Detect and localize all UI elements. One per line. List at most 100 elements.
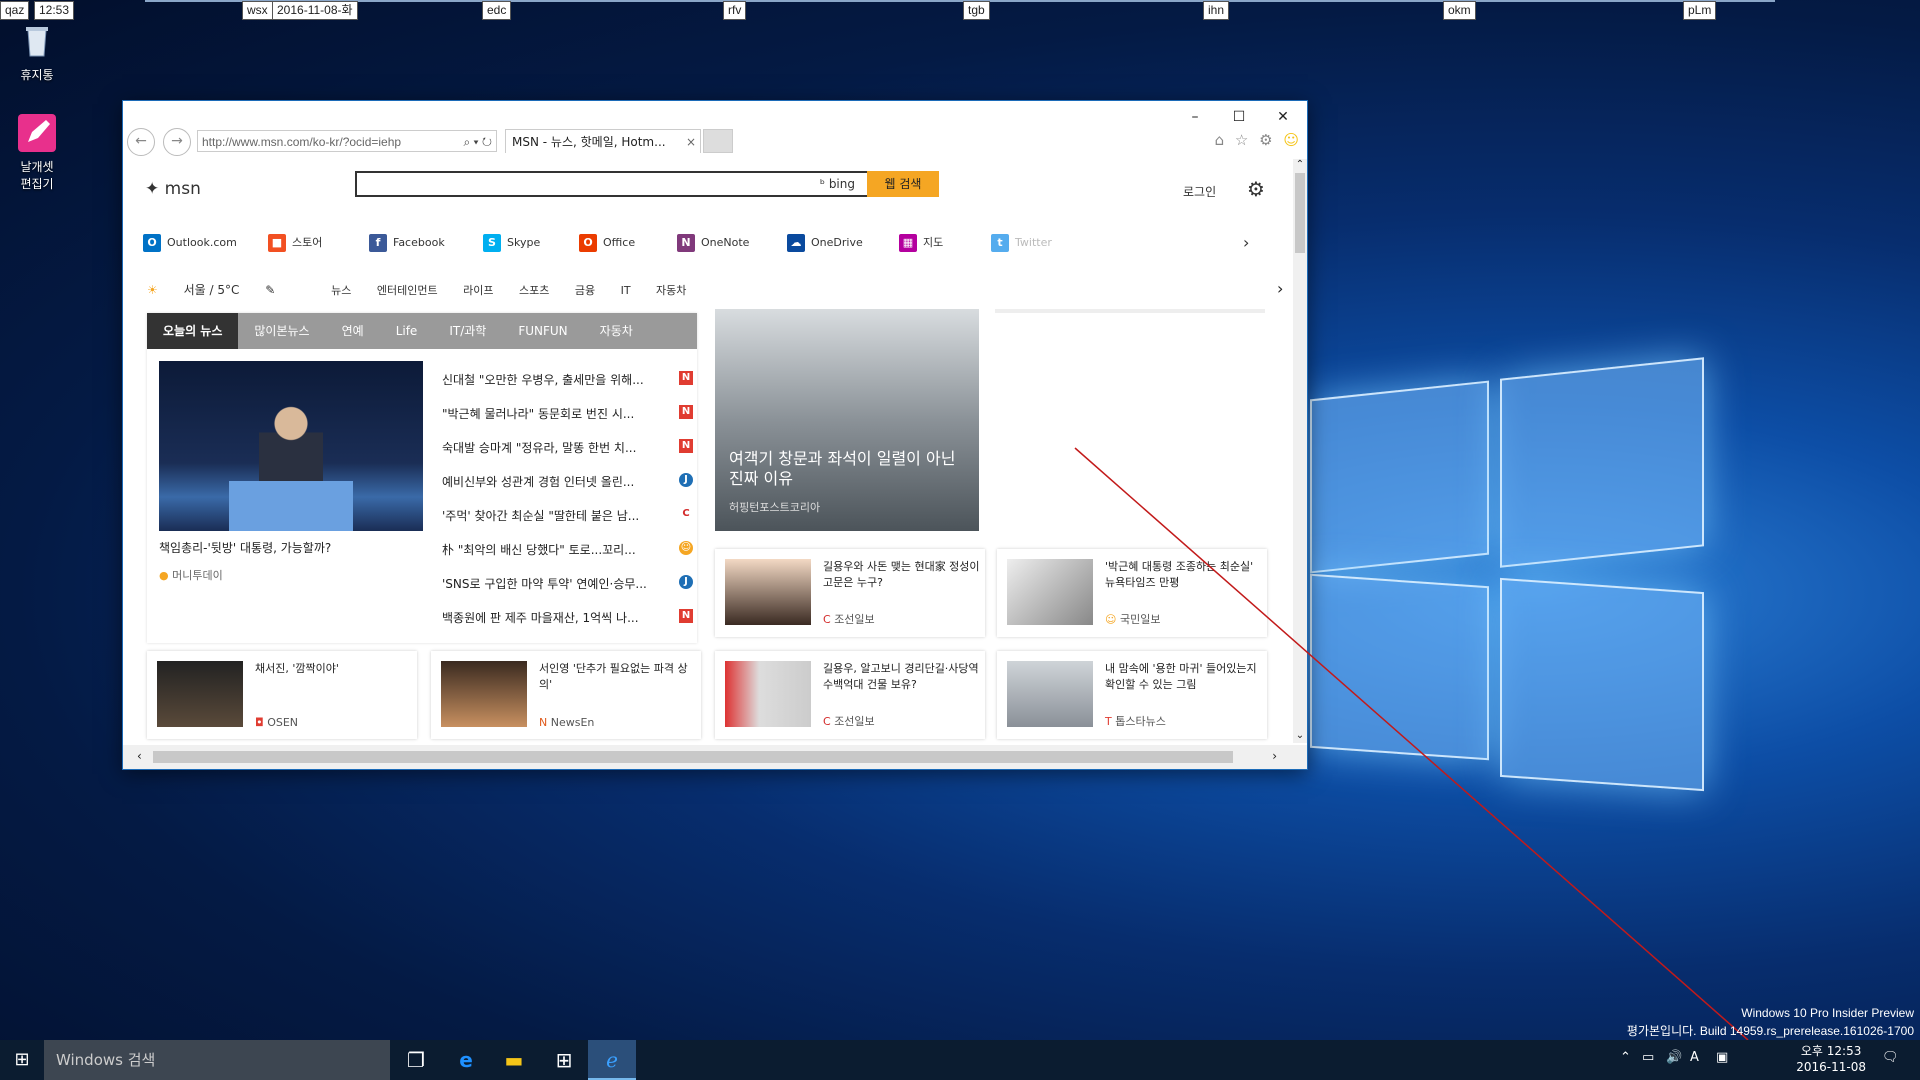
start-button[interactable]: ⊞ bbox=[0, 1040, 44, 1080]
tab-close-icon[interactable]: × bbox=[686, 130, 696, 153]
web-search-button[interactable]: 웹 검색 bbox=[867, 171, 939, 197]
news-card[interactable]: 내 맘속에 '용한 마귀' 들어있는지 확인할 수 있는 그림 T 톱스타뉴스 bbox=[997, 651, 1267, 739]
task-view-button[interactable]: ❐ bbox=[392, 1040, 440, 1080]
horizontal-scrollbar[interactable]: ‹ › bbox=[123, 745, 1307, 769]
forward-button[interactable]: → bbox=[163, 128, 191, 156]
tab-life[interactable]: Life bbox=[380, 313, 434, 349]
nav-finance[interactable]: 금융 bbox=[575, 284, 595, 297]
tab-funfun[interactable]: FUNFUN bbox=[502, 313, 583, 349]
scroll-up-icon[interactable]: ⌃ bbox=[1293, 159, 1307, 170]
horizontal-scroll-thumb[interactable] bbox=[153, 751, 1233, 763]
taskbar-clock[interactable]: 오후 12:53 2016-11-08 bbox=[1796, 1043, 1866, 1075]
scroll-down-icon[interactable]: ⌄ bbox=[1293, 730, 1307, 741]
weather[interactable]: ☀ 서울 / 5°C ✎ bbox=[147, 283, 301, 297]
main-news-image[interactable] bbox=[159, 361, 423, 531]
nav-life[interactable]: 라이프 bbox=[463, 284, 493, 297]
login-link[interactable]: 로그인 bbox=[1183, 183, 1216, 200]
back-button[interactable]: ← bbox=[127, 128, 155, 156]
headline-item[interactable]: 백종원에 판 제주 마을재산, 1억씩 나... bbox=[442, 609, 682, 626]
search-refresh-icon[interactable]: ⌕ ▾ ↻ bbox=[463, 131, 492, 153]
tab-most-viewed[interactable]: 많이본뉴스 bbox=[238, 313, 325, 349]
new-tab-button[interactable] bbox=[703, 129, 733, 153]
headline-item[interactable]: '주먹' 찾아간 최순실 "딸한테 붙은 남... bbox=[442, 507, 682, 524]
app-office[interactable]: O Office bbox=[579, 231, 635, 255]
address-bar[interactable]: http://www.msn.com/ko-kr/?ocid=iehp ⌕ ▾ … bbox=[197, 130, 497, 152]
headline-item[interactable]: 朴 "최악의 배신 당했다" 토로...꼬리... bbox=[442, 541, 682, 558]
tab-today-news[interactable]: 오늘의 뉴스 bbox=[147, 313, 239, 349]
vertical-scrollbar[interactable]: ⌃ ⌄ bbox=[1293, 159, 1307, 743]
headline-item[interactable]: 예비신부와 성관계 경험 인터넷 올린... bbox=[442, 473, 682, 490]
tray-chevron-up-icon[interactable]: ⌃ bbox=[1620, 1050, 1631, 1065]
maximize-button[interactable]: ☐ bbox=[1217, 105, 1261, 129]
app-skype[interactable]: S Skype bbox=[483, 231, 540, 255]
app-maps[interactable]: ▦ 지도 bbox=[899, 231, 943, 255]
feature-story-card[interactable]: 여객기 창문과 좌석이 일렬이 아닌 진짜 이유 허핑턴포스트코리아 bbox=[715, 309, 979, 531]
taskbar-search[interactable]: Windows 검색 bbox=[44, 1040, 390, 1080]
source-name: NewsEn bbox=[550, 716, 595, 729]
nav-next-chevron-icon[interactable]: › bbox=[1277, 279, 1283, 298]
recycle-bin-label: 휴지통 bbox=[20, 68, 54, 82]
news-card[interactable]: 채서진, '깜짝이야' ◘ OSEN bbox=[147, 651, 417, 739]
msn-butterfly-icon: ✦ bbox=[145, 179, 160, 199]
news-card[interactable]: 길용우, 알고보니 경리단길·사당역 수백억대 건물 보유? C 조선일보 bbox=[715, 651, 985, 739]
news-card[interactable]: 서인영 '단추가 필요없는 파격 상의' N NewsEn bbox=[431, 651, 701, 739]
build-watermark: Windows 10 Pro Insider Preview 평가본입니다. B… bbox=[1627, 1004, 1914, 1040]
home-icon[interactable]: ⌂ bbox=[1215, 131, 1225, 149]
edit-pencil-icon[interactable]: ✎ bbox=[265, 283, 275, 297]
recycle-bin-desktop-icon[interactable]: 휴지통 bbox=[2, 20, 72, 83]
headline-item[interactable]: 숙대발 승마계 "정유라, 말똥 한번 치... bbox=[442, 439, 682, 456]
tab-it-science[interactable]: IT/과학 bbox=[433, 313, 502, 349]
scroll-right-icon[interactable]: › bbox=[1272, 749, 1277, 763]
msn-settings-gear-icon[interactable]: ⚙ bbox=[1247, 177, 1265, 201]
store-icon: ■ bbox=[268, 234, 286, 252]
internet-explorer-button[interactable]: ℯ bbox=[588, 1040, 636, 1080]
tab-celebrity[interactable]: 연예 bbox=[326, 313, 380, 349]
news-card[interactable]: 길용우와 사돈 맺는 현대家 정성이 고문은 누구? C 조선일보 bbox=[715, 549, 985, 637]
windows-start-icon: ⊞ bbox=[14, 1049, 30, 1070]
close-button[interactable]: ✕ bbox=[1261, 105, 1305, 129]
main-news-caption[interactable]: 책임총리-'뒷방' 대통령, 가능할까? bbox=[159, 539, 331, 556]
news-card[interactable]: '박근혜 대통령 조종하는 최순실' 뉴욕타임즈 만평 ☺ 국민일보 bbox=[997, 549, 1267, 637]
app-facebook[interactable]: f Facebook bbox=[369, 231, 445, 255]
app-outlook[interactable]: O Outlook.com bbox=[143, 231, 237, 255]
nalgaeset-desktop-icon[interactable]: 날개셋 편집기 bbox=[2, 112, 72, 192]
nav-auto[interactable]: 자동차 bbox=[656, 284, 686, 297]
msn-search-box[interactable]: ᵇ bing 웹 검색 bbox=[355, 171, 939, 197]
msn-logo-text: msn bbox=[164, 179, 201, 199]
headline-item[interactable]: 신대철 "오만한 우병우, 출세만을 위해... bbox=[442, 371, 682, 388]
nav-entertainment[interactable]: 엔터테인먼트 bbox=[377, 284, 438, 297]
smiley-feedback-icon[interactable]: ☺ bbox=[1283, 131, 1299, 149]
app-twitter[interactable]: t Twitter bbox=[991, 231, 1052, 255]
scroll-left-icon[interactable]: ‹ bbox=[137, 749, 142, 763]
msn-logo[interactable]: ✦ msn bbox=[145, 179, 201, 199]
source-name: 톱스타뉴스 bbox=[1115, 715, 1166, 728]
app-onenote[interactable]: N OneNote bbox=[677, 231, 749, 255]
ime-tray-icon[interactable]: ▣ bbox=[1716, 1050, 1728, 1065]
headline-item[interactable]: "박근혜 물러나라" 동문회로 번진 시... bbox=[442, 405, 682, 422]
vertical-scroll-thumb[interactable] bbox=[1295, 173, 1305, 253]
headline-item[interactable]: 'SNS로 구입한 마약 투약' 연예인·승무... bbox=[442, 575, 682, 592]
nav-sports[interactable]: 스포츠 bbox=[519, 284, 549, 297]
settings-gear-icon[interactable]: ⚙ bbox=[1259, 131, 1272, 149]
app-store[interactable]: ■ 스토어 bbox=[268, 231, 322, 255]
input-method-icon[interactable]: A bbox=[1690, 1050, 1699, 1065]
news-source-icon: ☺ bbox=[679, 541, 693, 555]
action-center-icon[interactable]: 🗨 bbox=[1882, 1050, 1899, 1065]
nav-news[interactable]: 뉴스 bbox=[331, 284, 351, 297]
app-label: Office bbox=[603, 236, 636, 249]
browser-tab-msn[interactable]: MSN - 뉴스, 핫메일, Hotm... × bbox=[505, 129, 701, 153]
apps-next-chevron-icon[interactable]: › bbox=[1243, 231, 1249, 255]
file-explorer-button[interactable]: ▬ bbox=[490, 1040, 538, 1080]
minimize-button[interactable]: – bbox=[1173, 105, 1217, 129]
search-input[interactable] bbox=[363, 173, 807, 195]
feature-source: 허핑턴포스트코리아 bbox=[729, 501, 821, 514]
network-icon[interactable]: ▭ bbox=[1642, 1050, 1654, 1065]
tab-auto[interactable]: 자동차 bbox=[584, 313, 649, 349]
volume-icon[interactable]: 🔊 bbox=[1666, 1050, 1682, 1065]
app-onedrive[interactable]: ☁ OneDrive bbox=[787, 231, 863, 255]
favorites-star-icon[interactable]: ☆ bbox=[1235, 131, 1248, 149]
nav-it[interactable]: IT bbox=[621, 284, 631, 297]
card-source: T 톱스타뉴스 bbox=[1105, 713, 1166, 729]
store-button[interactable]: ⊞ bbox=[540, 1040, 588, 1080]
edge-button[interactable]: e bbox=[442, 1040, 490, 1080]
